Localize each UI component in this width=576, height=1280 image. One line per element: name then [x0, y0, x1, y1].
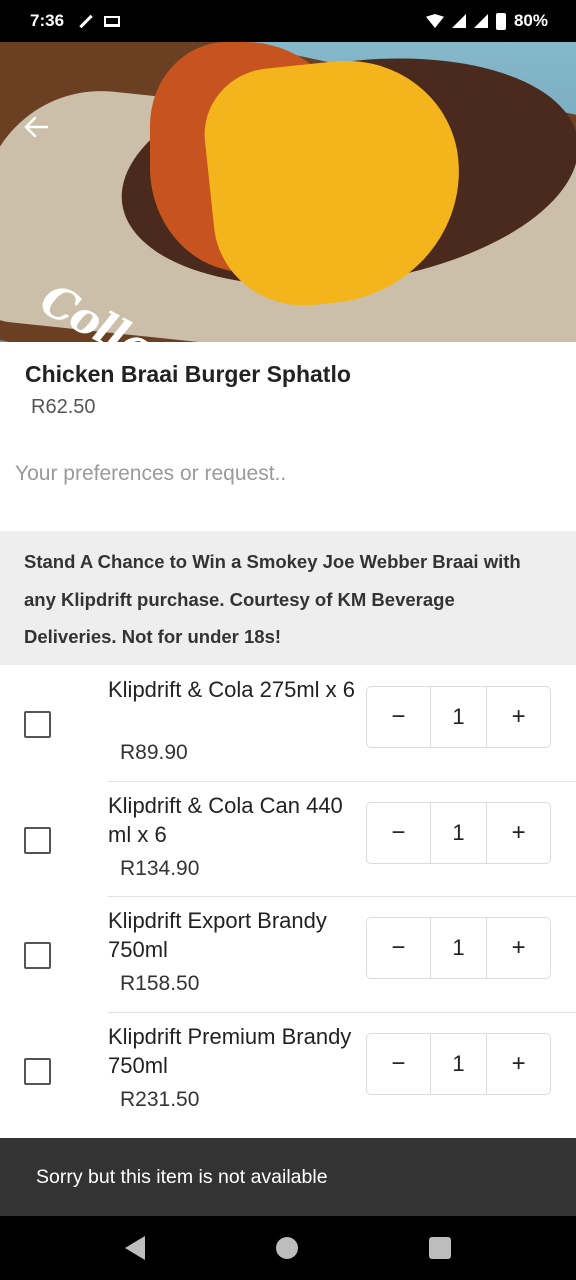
wifi-icon — [425, 14, 444, 28]
increase-button[interactable]: + — [487, 687, 550, 747]
item-price: R134.90 — [120, 856, 200, 880]
quantity-stepper: − 1 + — [366, 917, 551, 979]
product-price: R62.50 — [31, 396, 96, 418]
battery-percent: 80% — [513, 11, 548, 30]
laptop-icon — [104, 15, 121, 27]
quantity-stepper: − 1 + — [366, 686, 551, 748]
decrease-button[interactable]: − — [367, 687, 430, 747]
status-time: 7:36 — [30, 11, 65, 30]
addon-list: Klipdrift & Cola 275ml x 6 R89.90 − 1 + … — [0, 665, 576, 1127]
list-item: Klipdrift & Cola 275ml x 6 R89.90 − 1 + — [0, 665, 576, 781]
item-name: Klipdrift & Cola 275ml x 6 — [108, 677, 355, 702]
item-price: R231.50 — [120, 1087, 200, 1111]
decrease-button[interactable]: − — [367, 803, 430, 863]
nav-home-icon[interactable] — [275, 1237, 298, 1259]
increase-button[interactable]: + — [487, 918, 550, 978]
battery-icon — [495, 12, 506, 30]
nav-back-icon[interactable] — [125, 1236, 146, 1260]
pen-icon — [79, 14, 93, 28]
list-item: Klipdrift Premium Brandy 750ml R231.50 −… — [0, 1011, 576, 1128]
item-checkbox[interactable] — [24, 1057, 51, 1085]
quantity-stepper: − 1 + — [366, 1032, 551, 1095]
signal-icon-2 — [473, 14, 488, 28]
back-button[interactable] — [20, 112, 52, 144]
quantity-stepper: − 1 + — [366, 801, 551, 864]
item-checkbox[interactable] — [24, 711, 51, 738]
quantity-value: 1 — [429, 802, 488, 863]
arrow-left-icon — [24, 116, 49, 138]
snackbar: Sorry but this item is not available — [0, 1138, 576, 1216]
list-item: Klipdrift Export Brandy 750ml R158.50 − … — [0, 896, 576, 1012]
list-item: Klipdrift & Cola Can 440 ml x 6 R134.90 … — [0, 780, 576, 897]
decrease-button[interactable]: − — [367, 918, 430, 978]
increase-button[interactable]: + — [487, 1034, 550, 1094]
item-price: R89.90 — [120, 741, 188, 764]
quantity-value: 1 — [429, 1033, 488, 1094]
quantity-value: 1 — [429, 918, 488, 978]
promo-banner: Stand A Chance to Win a Smokey Joe Webbe… — [0, 531, 576, 665]
product-title: Chicken Braai Burger Sphatlo — [25, 361, 351, 387]
increase-button[interactable]: + — [487, 803, 550, 863]
quantity-value: 1 — [429, 687, 488, 747]
item-price: R158.50 — [120, 972, 200, 995]
product-image: CollageK — [0, 42, 576, 342]
item-name: Klipdrift Premium Brandy 750ml — [108, 1023, 352, 1078]
preferences-input[interactable] — [0, 452, 576, 496]
system-nav-bar — [0, 1216, 576, 1280]
status-bar: 7:36 80% — [0, 0, 576, 42]
item-name: Klipdrift Export Brandy 750ml — [108, 908, 327, 962]
nav-recents-icon[interactable] — [428, 1237, 451, 1259]
item-checkbox[interactable] — [24, 826, 51, 854]
item-checkbox[interactable] — [24, 942, 51, 969]
signal-icon — [451, 14, 466, 28]
decrease-button[interactable]: − — [367, 1034, 430, 1094]
item-name: Klipdrift & Cola Can 440 ml x 6 — [108, 792, 343, 847]
